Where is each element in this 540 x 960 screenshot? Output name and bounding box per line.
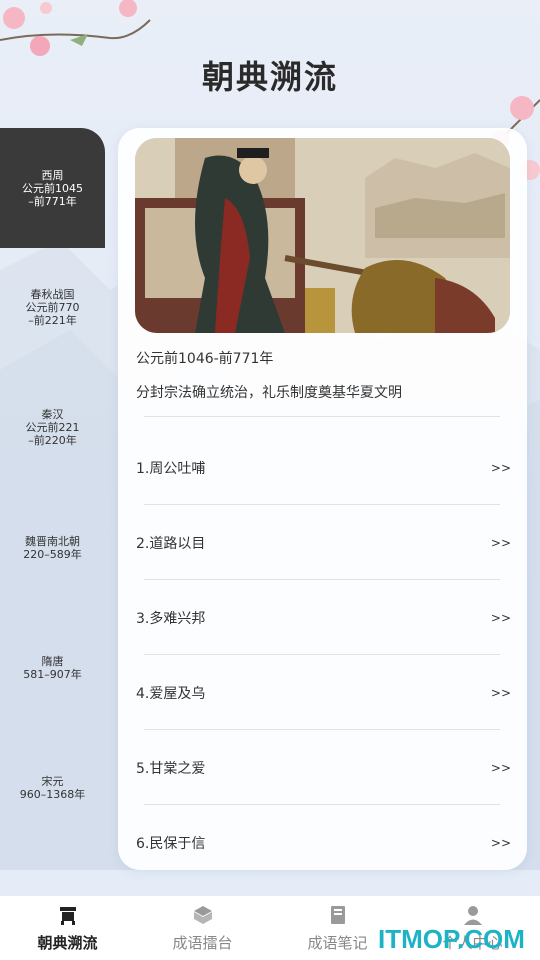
chevron-right-icon: >>	[490, 761, 511, 775]
idiom-label: 5.甘棠之爱	[136, 761, 206, 777]
sidebar-item-suitang[interactable]: 隋唐 581–907年	[0, 655, 105, 681]
chevron-right-icon: >>	[490, 536, 511, 550]
dynasty-sidebar: 西周 公元前1045 –前771年 春秋战国 公元前770 –前221年 秦汉 …	[0, 128, 105, 848]
idiom-label: 6.民保于信	[136, 836, 206, 852]
illustration-painting	[135, 138, 510, 333]
watermark-text: ITMOP.COM	[378, 924, 525, 954]
dynasty-range: –前221年	[28, 314, 77, 327]
chevron-right-icon: >>	[490, 611, 511, 625]
dynasty-icon	[59, 907, 76, 925]
dynasty-name: 西周	[41, 168, 64, 182]
dynasty-name: 宋元	[41, 775, 64, 788]
dynasty-range: 960–1368年	[19, 788, 86, 801]
idiom-list-item[interactable]: 3.多难兴邦 >>	[136, 598, 511, 638]
idiom-list-item[interactable]: 2.道路以目 >>	[136, 523, 511, 563]
chevron-right-icon: >>	[490, 836, 511, 850]
divider	[144, 729, 500, 730]
idiom-label: 4.爱屋及乌	[136, 686, 206, 702]
divider	[144, 579, 500, 580]
dynasty-range: 581–907年	[23, 668, 82, 681]
dynasty-range: 公元前1045	[22, 181, 83, 195]
chevron-right-icon: >>	[490, 686, 511, 700]
tab-label: 成语擂台	[172, 934, 233, 952]
idiom-label: 2.道路以目	[136, 536, 206, 552]
sidebar-item-songyuan[interactable]: 宋元 960–1368年	[0, 775, 105, 801]
arena-icon	[193, 906, 212, 924]
page-title: 朝典溯流	[201, 58, 338, 96]
dynasty-range: –前220年	[28, 434, 77, 447]
tab-label: 朝典溯流	[37, 934, 98, 952]
chevron-right-icon: >>	[490, 461, 511, 475]
dynasty-hero-illustration	[135, 138, 510, 333]
idiom-list-item[interactable]: 4.爱屋及乌 >>	[136, 673, 511, 713]
dynasty-name: 春秋战国	[30, 288, 75, 301]
sidebar-item-weijin-nanbeichao[interactable]: 魏晋南北朝 220–589年	[0, 535, 105, 561]
dynasty-name: 魏晋南北朝	[25, 535, 80, 548]
divider	[144, 804, 500, 805]
person-icon	[463, 906, 482, 925]
sidebar-item-chunqiu-zhanguo[interactable]: 春秋战国 公元前770 –前221年	[0, 288, 105, 327]
tab-label: 成语笔记	[307, 934, 368, 952]
dynasty-summary: 分封宗法确立统治，礼乐制度奠基华夏文明	[136, 385, 402, 401]
dynasty-range: 220–589年	[23, 548, 82, 561]
idiom-list-item[interactable]: 6.民保于信 >>	[136, 823, 511, 863]
dynasty-period: 公元前1046-前771年	[136, 351, 274, 367]
dynasty-range: 公元前221	[25, 421, 80, 434]
dynasty-range: 公元前770	[25, 301, 80, 314]
dynasty-range: –前771年	[28, 194, 77, 208]
sidebar-item-xizhou[interactable]: 西周 公元前1045 –前771年	[0, 128, 105, 248]
dynasty-name: 秦汉	[41, 408, 64, 421]
idiom-label: 3.多难兴邦	[136, 611, 206, 627]
notebook-icon	[330, 906, 345, 924]
sidebar-item-qinhan[interactable]: 秦汉 公元前221 –前220年	[0, 408, 105, 447]
divider	[144, 654, 500, 655]
idiom-label: 1.周公吐哺	[136, 461, 206, 477]
idiom-list-item[interactable]: 5.甘棠之爱 >>	[136, 748, 511, 788]
dynasty-name: 隋唐	[41, 655, 64, 668]
tab-chengyu-leitai[interactable]: 成语擂台	[135, 896, 270, 960]
dynasty-detail-card: 公元前1046-前771年 分封宗法确立统治，礼乐制度奠基华夏文明 1.周公吐哺…	[118, 128, 527, 870]
idiom-list-item[interactable]: 1.周公吐哺 >>	[136, 448, 511, 488]
tab-chaodian-suliu[interactable]: 朝典溯流	[0, 896, 135, 960]
divider	[144, 504, 500, 505]
divider	[144, 416, 500, 417]
